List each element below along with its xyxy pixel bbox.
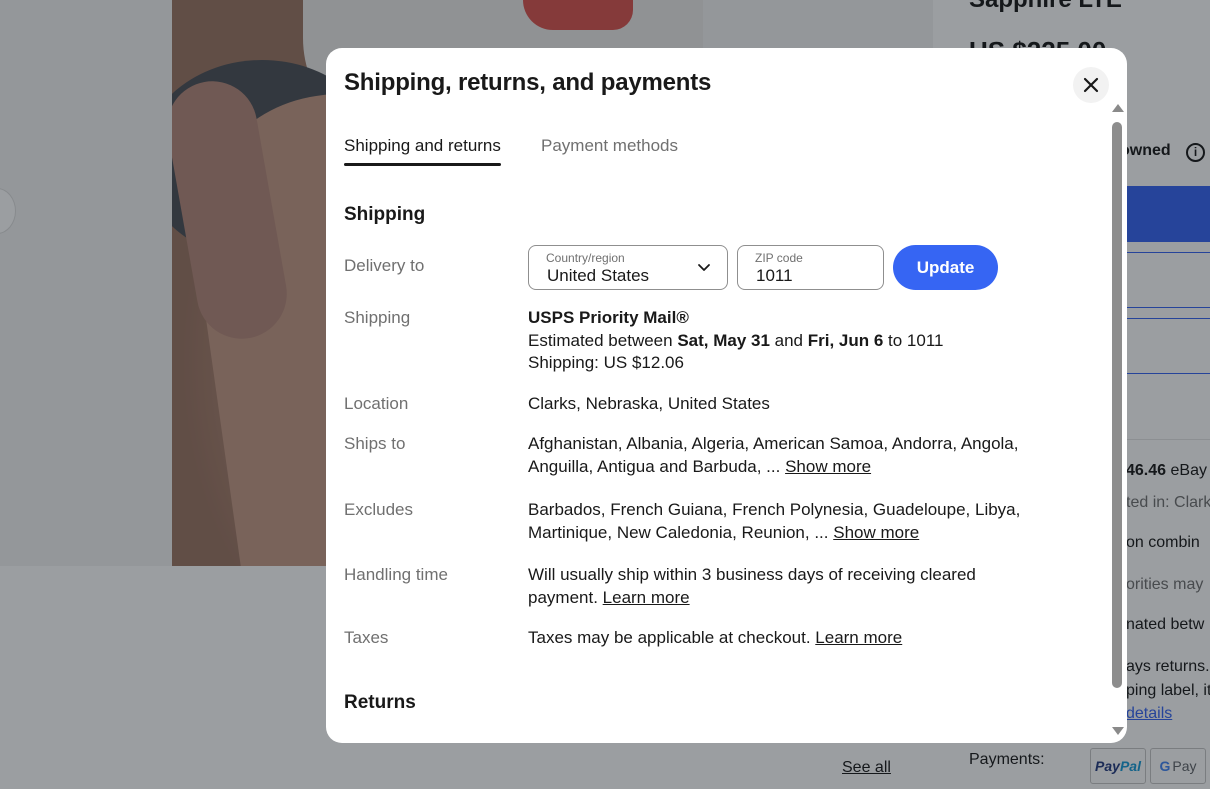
excludes-value: Barbados, French Guiana, French Polynesi… bbox=[528, 499, 1028, 544]
dialog-scrollbar[interactable] bbox=[1110, 102, 1124, 743]
taxes-learn-more-link[interactable]: Learn more bbox=[815, 628, 902, 647]
location-value: Clarks, Nebraska, United States bbox=[528, 394, 770, 413]
location-label: Location bbox=[344, 394, 409, 413]
scroll-up-arrow-icon[interactable] bbox=[1112, 104, 1124, 112]
excludes-countries: Barbados, French Guiana, French Polynesi… bbox=[528, 500, 1021, 542]
handling-time-text: Will usually ship within 3 business days… bbox=[528, 565, 976, 607]
zip-code-field[interactable]: ZIP code 1011 bbox=[737, 245, 884, 290]
close-icon bbox=[1083, 77, 1099, 93]
taxes-label: Taxes bbox=[344, 628, 389, 647]
ships-to-value: Afghanistan, Albania, Algeria, American … bbox=[528, 433, 1028, 478]
update-button[interactable]: Update bbox=[893, 245, 998, 290]
tab-payment-methods[interactable]: Payment methods bbox=[541, 136, 678, 156]
taxes-text: Taxes may be applicable at checkout. bbox=[528, 628, 816, 647]
handling-time-value: Will usually ship within 3 business days… bbox=[528, 564, 1028, 609]
shipping-heading: Shipping bbox=[344, 204, 426, 225]
country-region-label: Country/region bbox=[546, 251, 625, 265]
shipping-details: USPS Priority Mail® Estimated between Sa… bbox=[528, 307, 1028, 375]
tab-shipping-and-returns[interactable]: Shipping and returns bbox=[344, 136, 501, 166]
estimated-delivery: Estimated between Sat, May 31 and Fri, J… bbox=[528, 330, 1028, 353]
estimate-suffix: to 1011 bbox=[883, 330, 944, 350]
dialog-content: Shipping and returns Payment methods Shi… bbox=[326, 122, 1127, 743]
shipping-label: Shipping bbox=[344, 308, 411, 327]
returns-heading: Returns bbox=[344, 692, 416, 713]
handling-learn-more-link[interactable]: Learn more bbox=[603, 588, 690, 607]
zip-code-label: ZIP code bbox=[755, 251, 803, 265]
estimate-and: and bbox=[769, 330, 808, 350]
delivery-to-label: Delivery to bbox=[344, 256, 425, 275]
estimate-start-date: Sat, May 31 bbox=[677, 330, 770, 350]
shipping-service: USPS Priority Mail® bbox=[528, 308, 689, 327]
close-button[interactable] bbox=[1073, 67, 1109, 103]
country-region-select[interactable]: Country/region United States bbox=[528, 245, 728, 290]
scroll-down-arrow-icon[interactable] bbox=[1112, 727, 1124, 735]
estimate-end-date: Fri, Jun 6 bbox=[807, 330, 884, 350]
scroll-thumb[interactable] bbox=[1112, 122, 1122, 688]
handling-time-label: Handling time bbox=[344, 565, 448, 584]
ships-to-label: Ships to bbox=[344, 434, 406, 453]
estimate-prefix: Estimated between bbox=[528, 330, 678, 350]
chevron-down-icon bbox=[698, 264, 710, 271]
zip-code-value: 1011 bbox=[756, 266, 793, 285]
taxes-value: Taxes may be applicable at checkout. Lea… bbox=[528, 627, 1028, 650]
ships-to-show-more-link[interactable]: Show more bbox=[785, 457, 871, 476]
excludes-label: Excludes bbox=[344, 500, 413, 519]
dialog-title: Shipping, returns, and payments bbox=[344, 69, 712, 96]
excludes-show-more-link[interactable]: Show more bbox=[833, 523, 919, 542]
ships-to-countries: Afghanistan, Albania, Algeria, American … bbox=[528, 434, 1019, 476]
shipping-returns-payments-dialog: Shipping, returns, and payments Shipping… bbox=[326, 48, 1127, 743]
shipping-cost: Shipping: US $12.06 bbox=[528, 353, 684, 372]
country-region-value: United States bbox=[547, 266, 650, 285]
